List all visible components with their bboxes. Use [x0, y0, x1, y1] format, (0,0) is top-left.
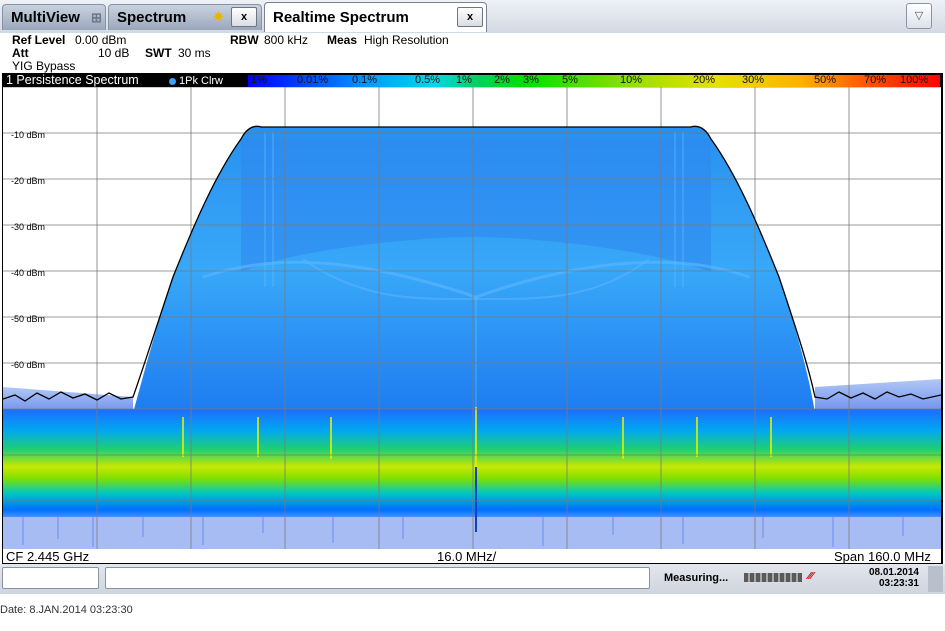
- close-tab-button[interactable]: x: [457, 7, 483, 27]
- y-axis-label: -20 dBm: [11, 176, 46, 186]
- tab-label: Spectrum: [117, 9, 187, 26]
- status-time: 03:23:31: [878, 578, 919, 589]
- colorbar-tick: 20%: [693, 74, 716, 86]
- window-title: 1 Persistence Spectrum: [6, 73, 139, 87]
- rbw-value[interactable]: 800 kHz: [264, 33, 308, 47]
- meas-value[interactable]: High Resolution: [364, 33, 449, 47]
- span-value[interactable]: Span 160.0 MHz: [834, 549, 931, 564]
- colorbar-tick: 5%: [562, 74, 578, 86]
- persistence-spectrum-plot[interactable]: -10 dBm -20 dBm -30 dBm -40 dBm -50 dBm …: [3, 87, 941, 549]
- status-field-left: [2, 567, 99, 589]
- colorbar-tick: 0.01%: [297, 74, 329, 86]
- swt-value[interactable]: 30 ms: [178, 46, 211, 60]
- tab-spectrum[interactable]: Spectrum ✷ x: [108, 4, 262, 30]
- close-tab-button[interactable]: x: [231, 7, 257, 27]
- tab-multiview[interactable]: MultiView ⊞: [2, 4, 106, 30]
- colorbar-tick: 50%: [814, 74, 837, 86]
- ref-level-value[interactable]: 0.00 dBm: [75, 33, 126, 47]
- y-axis-label: -40 dBm: [11, 268, 46, 278]
- status-scroll-handle[interactable]: [928, 566, 943, 592]
- tab-realtime-spectrum[interactable]: Realtime Spectrum x: [264, 2, 487, 32]
- tab-label: MultiView: [11, 9, 80, 26]
- tab-label: Realtime Spectrum: [273, 9, 409, 26]
- y-axis-label: -10 dBm: [11, 130, 46, 140]
- colorbar-tick: 0.1%: [352, 74, 378, 86]
- chevron-down-icon: ▽: [914, 10, 924, 22]
- measuring-status: Measuring...: [664, 572, 729, 584]
- y-axis-label: -30 dBm: [11, 222, 46, 232]
- grid-icon: ⊞: [91, 10, 102, 25]
- rs-logo-icon: ⁄⁄⁄: [808, 571, 814, 582]
- status-date: 08.01.2014: [868, 567, 919, 578]
- colorbar-tick: 2%: [494, 74, 510, 86]
- colorbar-tick: 0.5%: [415, 74, 441, 86]
- page-footer-date: Date: 8.JAN.2014 03:23:30: [0, 604, 133, 616]
- meas-label: Meas: [327, 33, 358, 47]
- status-message-field: [105, 567, 650, 589]
- swt-label: SWT: [145, 46, 172, 60]
- att-label: Att: [12, 46, 29, 60]
- ref-level-label: Ref Level: [12, 33, 66, 47]
- spectrum-display: [3, 87, 941, 549]
- colorbar-tick: 70%: [864, 74, 887, 86]
- progress-indicator: [744, 573, 802, 582]
- colorbar-tick: 3%: [523, 74, 539, 86]
- trace-indicator-icon: [169, 78, 176, 85]
- trace-label: 1Pk Clrw: [179, 75, 224, 87]
- colorbar-tick: 10%: [620, 74, 643, 86]
- date-time-display: 08.01.2014 03:23:31: [853, 567, 919, 589]
- rbw-label: RBW: [230, 33, 259, 47]
- y-axis-label: -60 dBm: [11, 360, 46, 370]
- y-axis-label: -50 dBm: [11, 314, 46, 324]
- star-icon: ✷: [213, 9, 224, 24]
- colorbar-tick: 1%: [251, 74, 267, 86]
- yig-bypass-label: YIG Bypass: [12, 59, 76, 73]
- att-value[interactable]: 10 dB: [98, 46, 129, 60]
- tab-menu-dropdown[interactable]: ▽: [906, 3, 932, 29]
- division-value: 16.0 MHz/: [437, 549, 497, 564]
- colorbar-tick: 100%: [900, 74, 929, 86]
- colorbar-tick: 30%: [742, 74, 765, 86]
- center-frequency[interactable]: CF 2.445 GHz: [6, 549, 89, 564]
- colorbar-tick: 1%: [456, 74, 472, 86]
